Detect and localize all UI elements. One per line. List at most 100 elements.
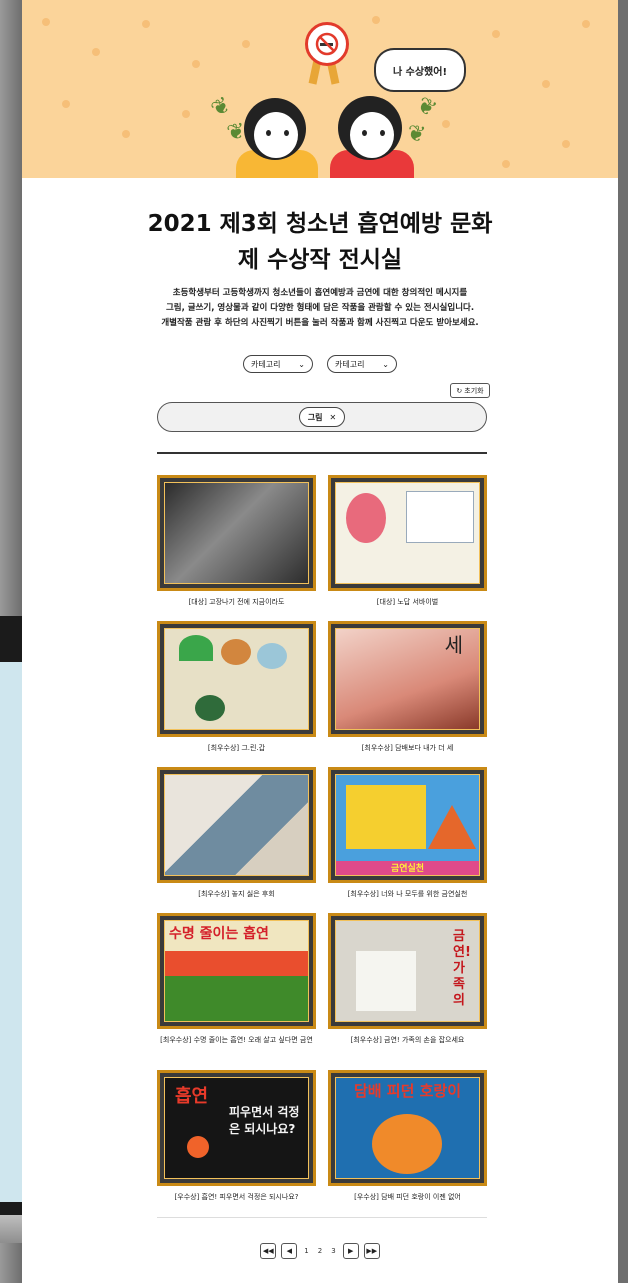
reset-label: 초기화 [464, 386, 484, 395]
artwork-image [164, 628, 309, 730]
pattern-dot [372, 16, 380, 24]
artwork-text: 금연!가족의 [453, 929, 471, 1008]
artwork-image [164, 482, 309, 584]
artwork-text: 수명 줄이는 흡연 [169, 926, 269, 942]
title-line-2: 제 수상작 전시실 [237, 247, 403, 273]
chevron-down-icon: ⌄ [382, 359, 389, 369]
artwork-card[interactable]: [최우수상] 그.린.갑 [157, 621, 316, 753]
artwork-caption: [우수상] 담배 피던 호랑이 이젠 없어 [354, 1193, 461, 1201]
prev-page-button[interactable]: ◀ [281, 1243, 298, 1259]
artwork-card[interactable]: 금연실천 [최우수상] 너와 나 모두를 위한 금연실천 [328, 767, 487, 899]
artwork-frame [157, 767, 316, 883]
kid-a-eye [266, 130, 271, 136]
artwork-frame [157, 475, 316, 591]
pattern-dot [92, 48, 100, 56]
artwork-hair [195, 695, 225, 721]
artwork-hair [179, 635, 213, 661]
next-page-button[interactable]: ▶ [342, 1243, 359, 1259]
artwork-card[interactable]: 담배 피던 호랑이 [우수상] 담배 피던 호랑이 이젠 없어 [328, 1070, 487, 1202]
description-line: 그림, 글쓰기, 영상물과 같이 다양한 형태에 담은 작품을 관람할 수 있는… [165, 303, 475, 313]
last-page-button[interactable]: ▶▶ [363, 1243, 380, 1259]
pattern-dot [122, 130, 130, 138]
artwork-caption: [최우수상] 수명 줄이는 흡연! 오래 살고 싶다면 금연 [160, 1036, 313, 1044]
artwork-flower [346, 493, 386, 543]
pattern-dot [442, 120, 450, 128]
category-select-1[interactable]: 카테고리 ⌄ [243, 355, 313, 373]
kid-a-eye [284, 130, 289, 136]
artwork-image: 흡연 피우면서 걱정은 되시나요? [164, 1077, 309, 1179]
description-line: 개별작품 관람 후 하단의 사진찍기 버튼을 눌러 작품과 함께 사진찍고 다운… [161, 318, 479, 328]
pagination: ◀◀ ◀ 1 2 3 ▶ ▶▶ [22, 1243, 618, 1259]
artwork-text: 금연실천 [336, 861, 479, 875]
artwork-text: 담배 피던 호랑이 [353, 1082, 462, 1100]
hero-banner: 나 수상했어! ❦ ❦ ❦ ❦ [22, 0, 618, 178]
artwork-frame [328, 475, 487, 591]
artwork-board [346, 785, 426, 849]
page-number[interactable]: 2 [316, 1247, 324, 1255]
artwork-card[interactable]: [최우수상] 놓지 싫은 후회 [157, 767, 316, 899]
background-right [618, 0, 628, 1283]
artwork-triangle [428, 805, 476, 849]
pattern-dot [242, 40, 250, 48]
artwork-frame: 금연!가족의 [328, 913, 487, 1029]
select-label: 카테고리 [335, 359, 365, 369]
refresh-icon: ↻ [456, 386, 463, 395]
laurel-right-icon: ❦ [411, 92, 441, 123]
page-description: 초등학생부터 고등학생까지 청소년들이 흡연예방과 금연에 대한 창의적인 메시… [102, 286, 538, 331]
pattern-dot [142, 20, 150, 28]
artwork-card[interactable]: 금연!가족의 [최우수상] 금연! 가족의 손을 잡으세요 [328, 913, 487, 1045]
artwork-caption: [우수상] 흡연! 피우면서 걱정은 되시나요? [174, 1193, 299, 1201]
page-number[interactable]: 1 [302, 1247, 310, 1255]
filter-chip-label: 그림 [307, 412, 323, 422]
filter-chip[interactable]: 그림 ✕ [298, 407, 346, 427]
artwork-note [406, 491, 474, 543]
laurel-right-icon: ❦ [404, 120, 428, 149]
pattern-dot [502, 160, 510, 168]
artwork-caption: [대상] 노답 서바이벌 [376, 598, 439, 606]
reset-button[interactable]: ↻ 초기화 [450, 383, 490, 398]
divider [157, 1217, 487, 1218]
kid-a-face [254, 112, 298, 158]
category-selects: 카테고리 ⌄ 카테고리 ⌄ [22, 355, 618, 373]
artwork-card[interactable]: 세 [최우수상] 담배보다 내가 더 세 [328, 621, 487, 753]
artwork-hair [257, 643, 287, 669]
page-number[interactable]: 3 [329, 1247, 337, 1255]
artwork-image [335, 482, 480, 584]
pattern-dot [62, 100, 70, 108]
artwork-hair [221, 639, 251, 665]
laurel-left-icon: ❦ [206, 92, 236, 123]
artwork-caption: [최우수상] 그.린.갑 [207, 744, 266, 752]
artwork-cigarette-tip [187, 1136, 209, 1158]
artwork-frame: 담배 피던 호랑이 [328, 1070, 487, 1186]
artwork-frame: 세 [328, 621, 487, 737]
artwork-text: 흡연 [175, 1086, 209, 1107]
artwork-caption: [대상] 고장나기 전에 지금이라도 [188, 598, 285, 606]
speech-bubble: 나 수상했어! [374, 48, 466, 92]
pattern-dot [582, 20, 590, 28]
artwork-image: 세 [335, 628, 480, 730]
pattern-dot [492, 30, 500, 38]
category-select-2[interactable]: 카테고리 ⌄ [327, 355, 397, 373]
first-page-button[interactable]: ◀◀ [260, 1243, 277, 1259]
pattern-dot [192, 60, 200, 68]
artwork-card[interactable]: 흡연 피우면서 걱정은 되시나요? [우수상] 흡연! 피우면서 걱정은 되시나… [157, 1070, 316, 1202]
artwork-text: 세 [444, 633, 463, 657]
artwork-tiger [372, 1114, 442, 1174]
kid-b-eye [380, 130, 385, 136]
pattern-dot [182, 110, 190, 118]
artwork-card[interactable]: [대상] 노답 서바이벌 [328, 475, 487, 607]
artwork-paper [356, 951, 416, 1011]
artwork-text: 피우면서 걱정은 되시나요? [229, 1105, 300, 1136]
artwork-card[interactable]: [대상] 고장나기 전에 지금이라도 [157, 475, 316, 607]
artwork-frame: 수명 줄이는 흡연 [157, 913, 316, 1029]
pattern-dot [542, 80, 550, 88]
artwork-caption: [최우수상] 담배보다 내가 더 세 [361, 744, 454, 752]
divider [157, 452, 487, 454]
artwork-caption: [최우수상] 금연! 가족의 손을 잡으세요 [350, 1036, 465, 1044]
artwork-card[interactable]: 수명 줄이는 흡연 [최우수상] 수명 줄이는 흡연! 오래 살고 싶다면 금연 [157, 913, 316, 1045]
artwork-caption: [최우수상] 놓지 싫은 후회 [198, 890, 275, 898]
select-label: 카테고리 [251, 359, 281, 369]
artwork-frame: 금연실천 [328, 767, 487, 883]
exhibition-page: 나 수상했어! ❦ ❦ ❦ ❦ 2021 제3회 청소년 흡연예방 문화 제 수… [22, 0, 618, 1283]
close-icon[interactable]: ✕ [330, 413, 337, 422]
